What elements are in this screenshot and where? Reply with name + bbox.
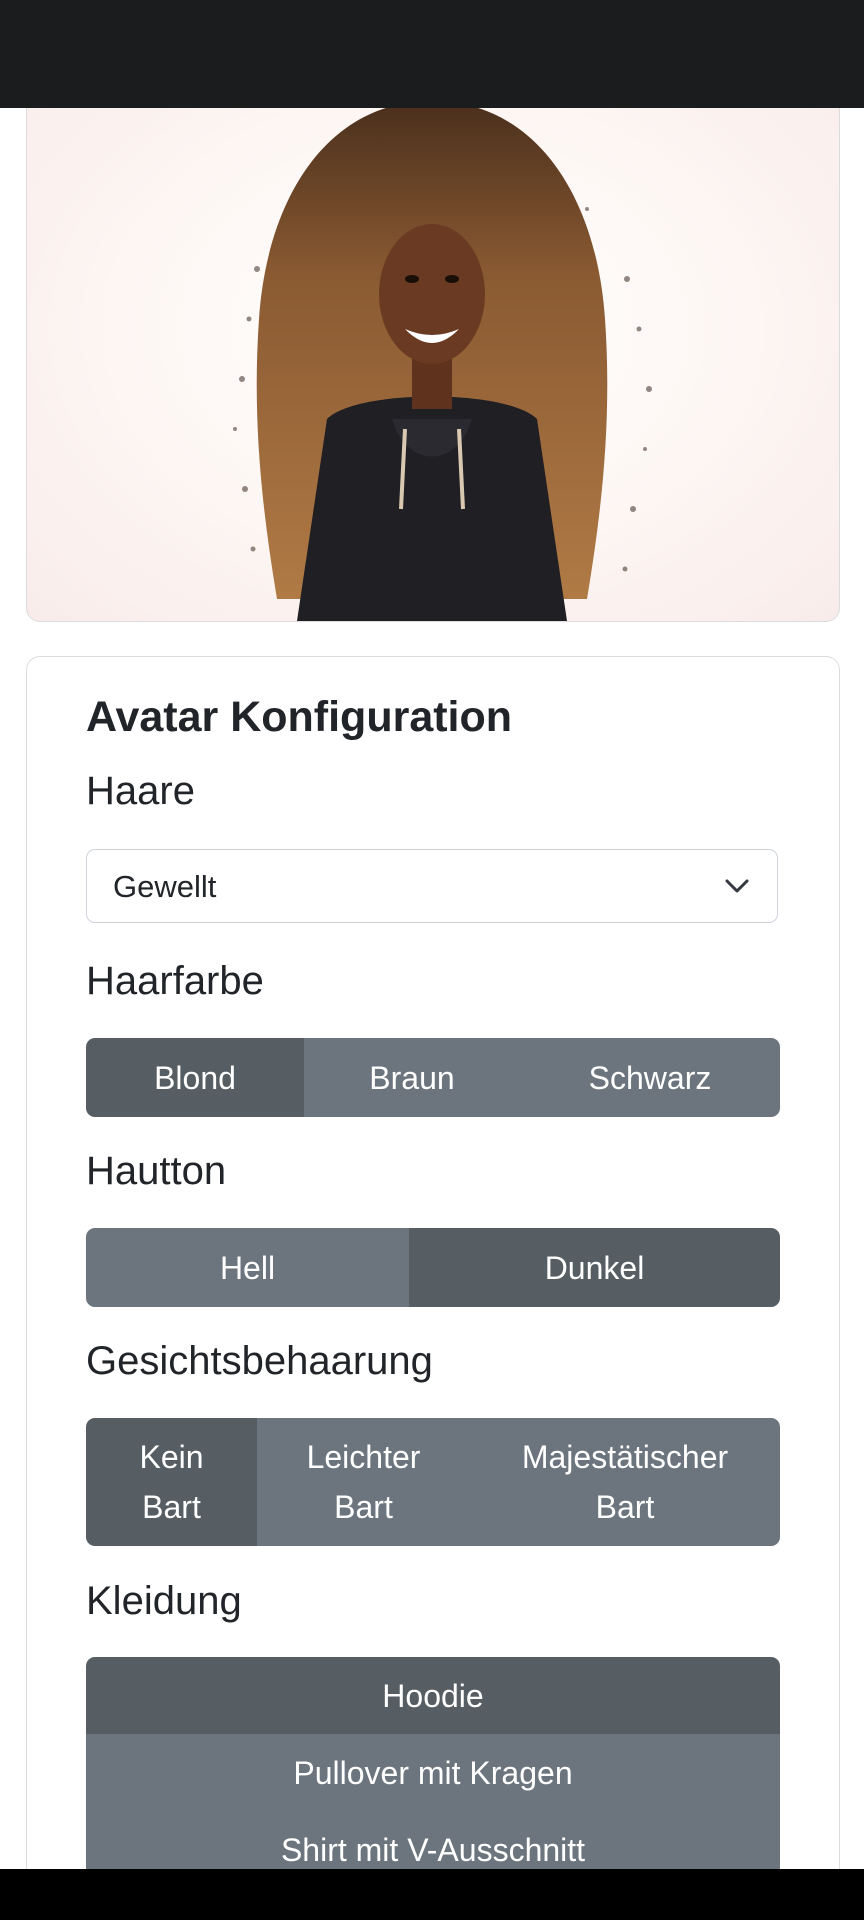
clothing-vneck-shirt-button[interactable]: Shirt mit V-Ausschnitt <box>86 1811 780 1869</box>
clothing-collar-pullover-button[interactable]: Pullover mit Kragen <box>86 1734 780 1811</box>
chevron-down-icon <box>725 879 749 893</box>
clothing-button-group: Hoodie Pullover mit Kragen Shirt mit V-A… <box>86 1657 780 1869</box>
facial-hair-label: Gesichtsbehaarung <box>86 1339 433 1383</box>
skin-tone-dunkel-button[interactable]: Dunkel <box>409 1228 780 1307</box>
hair-style-label: Haare <box>86 769 195 813</box>
avatar-image <box>233 108 652 621</box>
hair-color-schwarz-button[interactable]: Schwarz <box>520 1038 780 1117</box>
hair-style-selected-value: Gewellt <box>113 869 217 904</box>
hair-color-blond-button[interactable]: Blond <box>86 1038 304 1117</box>
navigation-bar <box>0 1869 864 1920</box>
hair-style-select[interactable]: Gewellt <box>86 849 778 923</box>
facial-hair-button-group: Kein Bart Leichter Bart Majestätischer B… <box>86 1418 780 1546</box>
skin-tone-hell-button[interactable]: Hell <box>86 1228 409 1307</box>
status-bar <box>0 0 864 108</box>
config-title: Avatar Konfiguration <box>86 693 513 741</box>
hair-color-braun-button[interactable]: Braun <box>304 1038 520 1117</box>
facial-hair-majestic-button[interactable]: Majestätischer Bart <box>470 1418 780 1546</box>
skin-tone-label: Hautton <box>86 1149 227 1193</box>
avatar-config-card: Avatar Konfiguration Haare Gewellt Haarf… <box>26 656 840 1869</box>
avatar-preview-card <box>26 108 840 622</box>
clothing-label: Kleidung <box>86 1579 242 1623</box>
hair-color-label: Haarfarbe <box>86 959 264 1003</box>
skin-tone-button-group: Hell Dunkel <box>86 1228 780 1307</box>
page-viewport: Avatar Konfiguration Haare Gewellt Haarf… <box>0 108 864 1869</box>
facial-hair-light-button[interactable]: Leichter Bart <box>257 1418 470 1546</box>
hair-color-button-group: Blond Braun Schwarz <box>86 1038 780 1117</box>
facial-hair-none-button[interactable]: Kein Bart <box>86 1418 257 1546</box>
clothing-hoodie-button[interactable]: Hoodie <box>86 1657 780 1734</box>
